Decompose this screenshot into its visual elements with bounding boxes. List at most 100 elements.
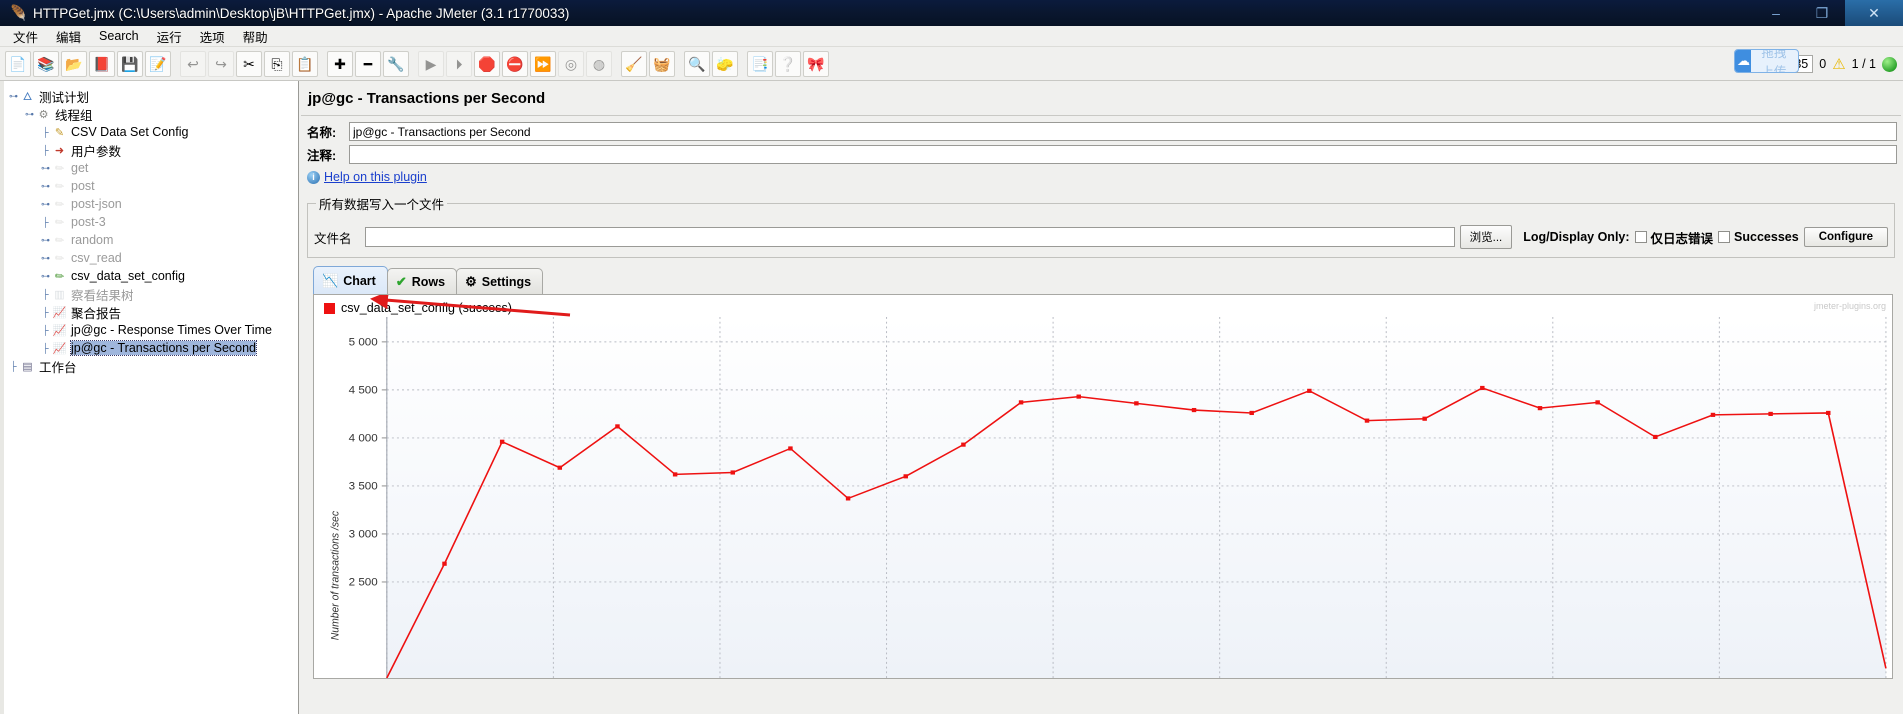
user-params-icon: ➜ xyxy=(54,144,65,157)
tree-node-6[interactable]: ⊶ ✎ post-json xyxy=(0,195,298,213)
about-icon[interactable]: 🎀 xyxy=(803,50,829,77)
tree-node-10[interactable]: ⊶ ✎ csv_data_set_config xyxy=(0,267,298,285)
tree-node-14[interactable]: ├ 📈 jp@gc - Transactions per Second xyxy=(0,339,298,357)
tab-chart[interactable]: 📉 Chart xyxy=(313,266,388,294)
expand-all-icon[interactable]: ✚ xyxy=(327,50,353,77)
tree-node-9[interactable]: ⊶ ✎ csv_read xyxy=(0,249,298,267)
help-link-row: i Help on this plugin xyxy=(299,168,1903,190)
help-icon[interactable]: ❔ xyxy=(775,50,801,77)
save-as-icon[interactable]: 📝 xyxy=(145,50,171,77)
stop-remote-all-icon: ◎ xyxy=(558,50,584,77)
paste-icon[interactable]: 📋 xyxy=(292,50,318,77)
errors-only-checkbox[interactable]: 仅日志错误 xyxy=(1634,228,1714,247)
help-on-plugin-link[interactable]: Help on this plugin xyxy=(324,170,427,184)
log-display-only-label: Log/Display Only: xyxy=(1523,230,1630,244)
expand-handle-icon[interactable]: ⊶ xyxy=(24,109,35,120)
menu-bar: 文件 编辑 Search 运行 选项 帮助 xyxy=(0,26,1903,47)
warning-triangle-icon[interactable]: ⚠ xyxy=(1832,55,1845,73)
tab-label: Rows xyxy=(411,274,446,289)
clear-icon[interactable]: 🧹 xyxy=(621,50,647,77)
tab-label: Settings xyxy=(481,274,532,289)
tree-guide: ├ xyxy=(42,343,49,353)
close-icon[interactable]: 📕 xyxy=(89,50,115,77)
errors-only-checkbox-box[interactable] xyxy=(1634,231,1647,243)
open-icon[interactable]: 📂 xyxy=(61,50,87,77)
name-input[interactable] xyxy=(349,122,1897,141)
filename-input[interactable] xyxy=(365,227,1455,247)
element-config-pane: jp@gc - Transactions per Second 名称: 注释: … xyxy=(299,81,1903,714)
templates-icon[interactable]: 📚 xyxy=(33,50,59,77)
comment-input[interactable] xyxy=(349,145,1897,164)
chart-container: csv_data_set_config (success) jmeter-plu… xyxy=(313,294,1893,679)
collapse-all-icon[interactable]: ━ xyxy=(355,50,381,77)
redo-icon: ↪ xyxy=(208,50,234,77)
successes-checkbox-box[interactable] xyxy=(1718,231,1731,243)
start-icon: ▶ xyxy=(418,50,444,77)
tree-node-label: csv_data_set_config xyxy=(71,269,185,283)
drag-upload-label: 拖拽上传 xyxy=(1761,49,1787,73)
successes-checkbox[interactable]: Successes xyxy=(1718,230,1799,244)
tab-settings[interactable]: ⚙ Settings xyxy=(456,268,544,294)
close-button[interactable]: ✕ xyxy=(1845,0,1903,26)
clear-all-icon[interactable]: 🧺 xyxy=(649,50,675,77)
tree-node-8[interactable]: ⊶ ✎ random xyxy=(0,231,298,249)
browse-button[interactable]: 浏览... xyxy=(1459,225,1513,249)
save-icon[interactable]: 💾 xyxy=(117,50,143,77)
successes-label: Successes xyxy=(1734,230,1799,244)
tree-node-11[interactable]: ├ ▥ 察看结果树 xyxy=(0,285,298,303)
window-title: HTTPGet.jmx (C:\Users\admin\Desktop\jB\H… xyxy=(33,5,570,21)
csv-config-icon: ✎ xyxy=(54,126,65,139)
gear-icon: ⚙ xyxy=(465,273,477,289)
tree-node-13[interactable]: ├ 📈 jp@gc - Response Times Over Time xyxy=(0,321,298,339)
tree-node-label: 工作台 xyxy=(39,360,77,375)
tree-node-1[interactable]: ⊶ ⚙ 线程组 xyxy=(0,105,298,123)
filename-label: 文件名 xyxy=(314,231,352,246)
menu-item-3[interactable]: 运行 xyxy=(148,25,191,48)
menu-item-2[interactable]: Search xyxy=(90,27,148,45)
start-remote-all-icon[interactable]: ⏩ xyxy=(530,50,556,77)
tab-rows[interactable]: ✔ Rows xyxy=(386,268,458,294)
configure-button[interactable]: Configure xyxy=(1803,227,1888,247)
tree-node-label: 测试计划 xyxy=(39,90,90,105)
tree-node-label: post-3 xyxy=(71,215,106,229)
comment-field-row: 注释: xyxy=(299,145,1903,168)
reset-search-icon[interactable]: 🧽 xyxy=(712,50,738,77)
test-plan-icon: 🜂 xyxy=(22,91,33,103)
cut-icon[interactable]: ✂ xyxy=(236,50,262,77)
tree-node-3[interactable]: ├ ➜ 用户参数 xyxy=(0,141,298,159)
maximize-button[interactable]: ❐ xyxy=(1799,0,1845,26)
tree-guide: ├ xyxy=(42,289,49,299)
menu-item-0[interactable]: 文件 xyxy=(4,25,47,48)
tree-node-15[interactable]: ├ ▤ 工作台 xyxy=(0,357,298,375)
errors-only-label: 仅日志错误 xyxy=(1650,231,1714,246)
tree-node-0[interactable]: ⊶ 🜂 测试计划 xyxy=(0,87,298,105)
checkmark-icon: ✔ xyxy=(395,273,407,289)
menu-item-1[interactable]: 编辑 xyxy=(47,25,90,48)
menu-item-5[interactable]: 帮助 xyxy=(234,25,277,48)
tps-plot[interactable]: 5 000 4 500 4 000 3 500 3 000 2 500 Number of … xyxy=(314,317,1892,678)
function-helper-icon[interactable]: 📑 xyxy=(747,50,773,77)
tree-node-7[interactable]: ├ ✎ post-3 xyxy=(0,213,298,231)
tree-node-12[interactable]: ├ 📈 聚合报告 xyxy=(0,303,298,321)
tree-node-4[interactable]: ⊶ ✎ get xyxy=(0,159,298,177)
minimize-button[interactable]: – xyxy=(1753,0,1799,26)
tree-node-label: csv_read xyxy=(71,251,122,265)
shutdown-icon[interactable]: ⛔ xyxy=(502,50,528,77)
tree-guide: ├ xyxy=(10,361,17,371)
legend-color-swatch xyxy=(324,302,335,314)
drag-upload-widget[interactable]: ☁ 拖拽上传 xyxy=(1734,49,1799,73)
expand-handle-icon[interactable]: ⊶ xyxy=(8,91,19,102)
legend-label: csv_data_set_config (success) xyxy=(341,301,512,315)
tree-node-label: 用户参数 xyxy=(71,144,122,159)
svg-text:5 000: 5 000 xyxy=(349,337,378,349)
tree-node-5[interactable]: ⊶ ✎ post xyxy=(0,177,298,195)
menu-item-4[interactable]: 选项 xyxy=(191,25,234,48)
search-icon[interactable]: 🔍 xyxy=(684,50,710,77)
stop-icon[interactable]: 🛑 xyxy=(474,50,500,77)
test-plan-tree[interactable]: ⊶ 🜂 测试计划 ⊶ ⚙ 线程组 ├ ✎ CSV Data Set Config ├ ➜ 用户参数 ⊶ ✎… xyxy=(0,81,299,714)
copy-icon[interactable]: ⎘ xyxy=(264,50,290,77)
tree-node-2[interactable]: ├ ✎ CSV Data Set Config xyxy=(0,123,298,141)
tree-node-label: 聚合报告 xyxy=(71,306,122,321)
new-icon[interactable]: 📄 xyxy=(5,50,31,77)
toggle-icon[interactable]: 🔧 xyxy=(383,50,409,77)
